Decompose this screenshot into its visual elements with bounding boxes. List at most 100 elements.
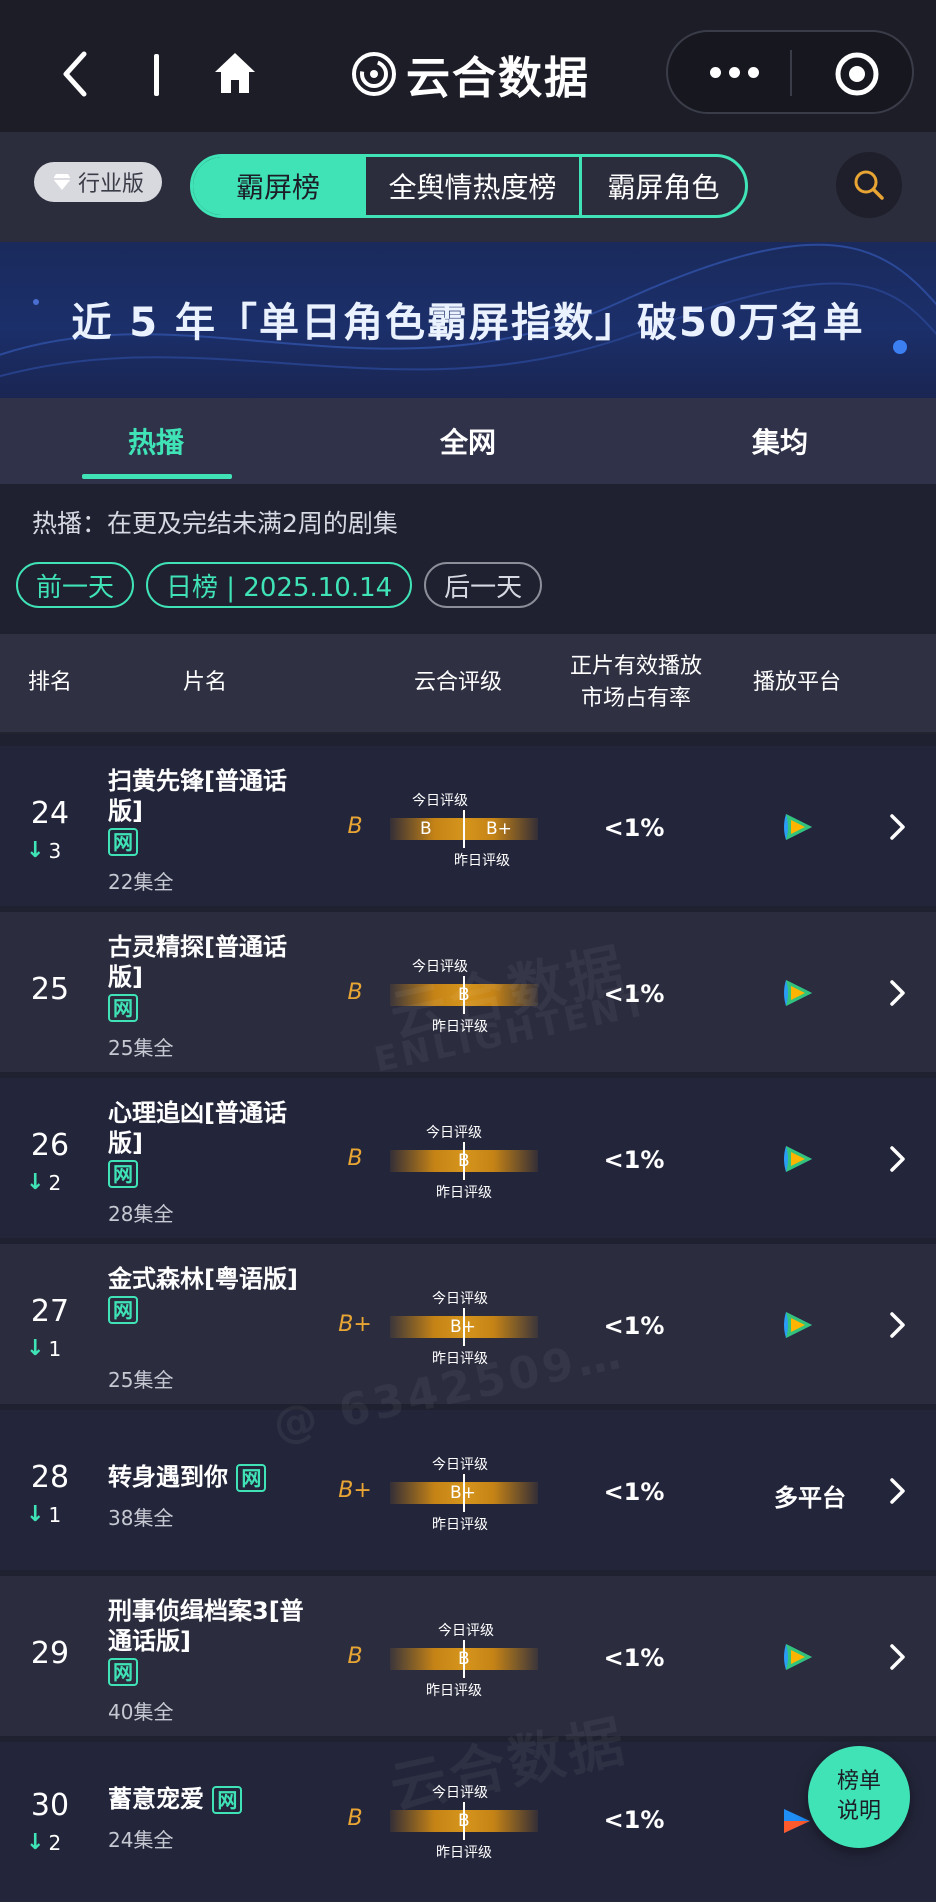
edition-label: 行业版 [77, 172, 144, 197]
tab-per-episode[interactable]: 集均 [624, 398, 936, 484]
header-platform: 播放平台 [752, 670, 841, 695]
grade-text: B [347, 1644, 363, 1669]
nav-divider [154, 54, 159, 96]
show-title: 古灵精探[普通话版] 网 [108, 933, 287, 1022]
today-grade: B [458, 1151, 470, 1171]
episode-count: 24集全 [108, 1828, 174, 1852]
yesterday-grade-label: 昨日评级 [432, 1019, 488, 1035]
segment-screen-roles[interactable]: 霸屏角色 [579, 157, 745, 215]
market-share: <1% [603, 1806, 665, 1834]
tab-description: 热播：在更及完结未满2周的剧集 [32, 509, 398, 538]
grade-text: B [347, 814, 363, 839]
today-grade-label: 今日评级 [412, 793, 468, 809]
next-day-button[interactable]: 后一天 [424, 562, 543, 608]
rank-change: ↓ 3 [26, 838, 62, 863]
episode-count: 40集全 [108, 1700, 174, 1724]
ranking-type-segment: 霸屏榜 全舆情热度榜 霸屏角色 [190, 154, 748, 218]
table-row[interactable]: 25 古灵精探[普通话版] 网 25集全 B 今日评级 B 昨日评级 <1% [0, 912, 936, 1072]
header-share-line2: 市场占有率 [580, 686, 691, 711]
edition-badge[interactable]: 行业版 [34, 162, 162, 202]
grade-gauge: 今日评级 B 昨日评级 [390, 1620, 538, 1700]
search-button[interactable] [836, 152, 902, 218]
rank-number: 29 [30, 1636, 70, 1671]
today-grade-label: 今日评级 [432, 1457, 488, 1473]
show-title: 心理追凶[普通话版] 网 [108, 1099, 287, 1188]
table-row[interactable]: 24 ↓ 3 扫黄先锋[普通话版] 网 22集全 B 今日评级 B B+ 昨日评级 … [0, 746, 936, 906]
rank-change: ↓ 2 [26, 1170, 62, 1195]
float-button-line1: 榜单 [836, 1769, 881, 1794]
table-row[interactable]: 30 ↓ 2 蓄意宠爱 网 24集全 B 今日评级 B 昨日评级 <1% [0, 1742, 936, 1902]
show-title: 扫黄先锋[普通话版] 网 [108, 767, 287, 856]
search-icon [854, 170, 884, 200]
arrow-down-icon: ↓ [26, 1502, 45, 1527]
grade-gauge: 今日评级 B+ 昨日评级 [390, 1454, 538, 1534]
table-row[interactable]: 27 ↓ 1 金式森林[粤语版] 网 25集全 B+ 今日评级 B+ 昨日评级 <1… [0, 1244, 936, 1404]
chevron-right-icon[interactable] [886, 1310, 908, 1340]
chevron-right-icon[interactable] [886, 1144, 908, 1174]
today-grade: B+ [450, 1483, 476, 1503]
episode-count: 22集全 [108, 870, 174, 894]
table-row[interactable]: 26 ↓ 2 心理追凶[普通话版] 网 28集全 B 今日评级 B 昨日评级 <1% [0, 1078, 936, 1238]
show-title: 刑事侦缉档案3[普通话版] 网 [108, 1597, 304, 1686]
back-icon[interactable] [56, 48, 96, 100]
today-grade: B [458, 1811, 470, 1831]
chevron-right-icon[interactable] [886, 1476, 908, 1506]
banner-text: 近 5 年「单日角色霸屏指数」破50万名单 [71, 300, 865, 346]
rank-number: 28 [30, 1460, 70, 1495]
app-title-text: 云合数据 [406, 53, 590, 104]
tencent-video-icon [784, 980, 812, 1006]
grade-gauge: 今日评级 B+ 昨日评级 [390, 1288, 538, 1368]
yesterday-grade-label: 昨日评级 [436, 1845, 492, 1861]
segment-screen-dominance[interactable]: 霸屏榜 [193, 157, 363, 215]
grade-gauge: 今日评级 B 昨日评级 [390, 1782, 538, 1862]
home-icon[interactable] [212, 50, 258, 96]
chevron-right-icon[interactable] [886, 978, 908, 1008]
grade-text: B [347, 1146, 363, 1171]
today-grade-label: 今日评级 [432, 1785, 488, 1801]
rank-number: 24 [30, 796, 70, 831]
tab-hot-airing[interactable]: 热播 [0, 398, 312, 484]
yesterday-grade: B+ [486, 819, 512, 839]
chevron-right-icon[interactable] [886, 1642, 908, 1672]
tencent-video-icon [784, 1146, 812, 1172]
market-share: <1% [603, 1644, 665, 1672]
chevron-right-icon[interactable] [886, 812, 908, 842]
promo-banner[interactable]: 近 5 年「单日角色霸屏指数」破50万名单 [0, 242, 936, 398]
app-title: 云合数据 [350, 44, 590, 104]
table-row[interactable]: 28 ↓ 1 转身遇到你 网 38集全 B+ 今日评级 B+ 昨日评级 <1% 多… [0, 1410, 936, 1570]
header-grade: 云合评级 [413, 670, 502, 695]
show-title: 金式森林[粤语版] 网 [108, 1265, 298, 1324]
today-grade: B+ [450, 1317, 476, 1337]
arrow-down-icon: ↓ [26, 838, 45, 863]
grade-text: B [347, 1806, 363, 1831]
grade-text: B+ [338, 1478, 372, 1503]
today-grade: B [458, 1649, 470, 1669]
grade-divider [463, 810, 465, 848]
network-badge: 网 [212, 1786, 243, 1814]
grade-gauge: 今日评级 B B+ 昨日评级 [390, 790, 538, 870]
today-grade-label: 今日评级 [438, 1623, 494, 1639]
more-icon[interactable] [704, 60, 764, 84]
market-share: <1% [603, 1478, 665, 1506]
tab-all-network[interactable]: 全网 [312, 398, 624, 484]
network-badge: 网 [108, 828, 138, 856]
platform-multi: 多平台 [774, 1484, 846, 1512]
show-title: 转身遇到你 网 [108, 1462, 328, 1492]
top-nav-bar: 云合数据 [0, 0, 936, 132]
tencent-video-icon [784, 814, 812, 840]
prev-day-button[interactable]: 前一天 [16, 562, 135, 608]
today-grade-label: 今日评级 [412, 959, 468, 975]
ranking-explanation-button[interactable]: 榜单 说明 [808, 1746, 910, 1848]
episode-count: 28集全 [108, 1202, 174, 1226]
rank-change: ↓ 2 [26, 1830, 62, 1855]
table-row[interactable]: 29 刑事侦缉档案3[普通话版] 网 40集全 B 今日评级 B 昨日评级 <1% [0, 1576, 936, 1736]
rank-number: 25 [30, 972, 70, 1007]
network-badge: 网 [108, 994, 138, 1022]
tencent-video-icon [784, 1312, 812, 1338]
float-button-line2: 说明 [836, 1799, 881, 1824]
market-share: <1% [603, 1146, 665, 1174]
current-date-button[interactable]: 日榜 | 2025.10.14 [146, 562, 413, 608]
close-miniprogram-icon[interactable] [833, 50, 881, 98]
table-header: 排名 片名 云合评级 正片有效播放 市场占有率 播放平台 [0, 634, 936, 734]
segment-public-opinion[interactable]: 全舆情热度榜 [363, 157, 579, 215]
